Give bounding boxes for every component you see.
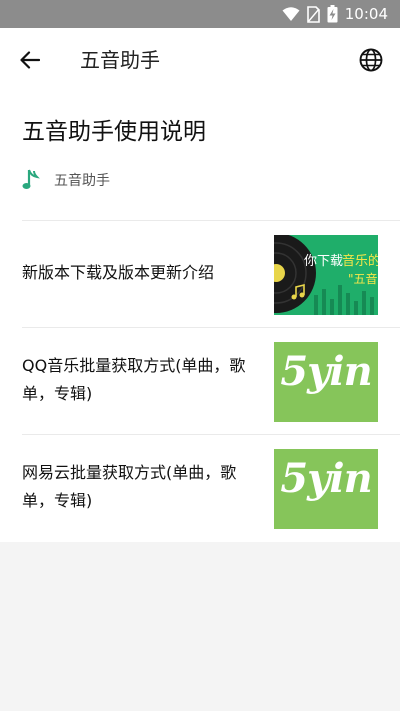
promo-text-2: 音乐的	[342, 253, 378, 269]
language-button[interactable]	[354, 43, 388, 77]
no-sim-icon	[306, 5, 320, 23]
arrow-left-icon	[20, 51, 40, 69]
article-thumbnail: 5yin	[274, 342, 378, 422]
music-note-icon	[22, 169, 40, 189]
document-content: 五音助手使用说明 五音助手 新版本下载及版本更新介绍 你下载 音乐的 "五音 Q…	[0, 92, 400, 542]
article-title: 新版本下载及版本更新介绍	[22, 263, 215, 282]
battery-charging-icon	[327, 5, 338, 23]
5yin-logo: 5yin	[280, 348, 372, 395]
article-item[interactable]: QQ音乐批量获取方式(单曲，歌单，专辑) 5yin	[0, 328, 400, 434]
status-time: 10:04	[344, 5, 388, 23]
article-title: 网易云批量获取方式(单曲，歌单，专辑)	[22, 463, 237, 510]
5yin-logo: 5yin	[280, 455, 372, 502]
status-icons: 10:04	[282, 5, 388, 23]
app-title: 五音助手	[80, 48, 160, 72]
article-item[interactable]: 网易云批量获取方式(单曲，歌单，专辑) 5yin	[0, 435, 400, 541]
article-thumbnail: 你下载 音乐的 "五音	[274, 235, 378, 315]
wifi-icon	[282, 7, 300, 21]
article-title: QQ音乐批量获取方式(单曲，歌单，专辑)	[22, 356, 246, 403]
author-row[interactable]: 五音助手	[22, 168, 110, 192]
author-name: 五音助手	[54, 173, 110, 189]
status-bar: 10:04	[0, 0, 400, 28]
promo-text-3: "五音	[348, 271, 378, 286]
app-bar: 五音助手	[0, 28, 400, 92]
article-thumbnail: 5yin	[274, 449, 378, 529]
article-item[interactable]: 新版本下载及版本更新介绍 你下载 音乐的 "五音	[0, 221, 400, 327]
music-promo-image: 你下载 音乐的 "五音	[274, 235, 378, 315]
globe-icon	[359, 48, 383, 72]
back-button[interactable]	[14, 44, 46, 76]
document-title: 五音助手使用说明	[22, 119, 206, 145]
promo-text-1: 你下载	[304, 254, 343, 269]
